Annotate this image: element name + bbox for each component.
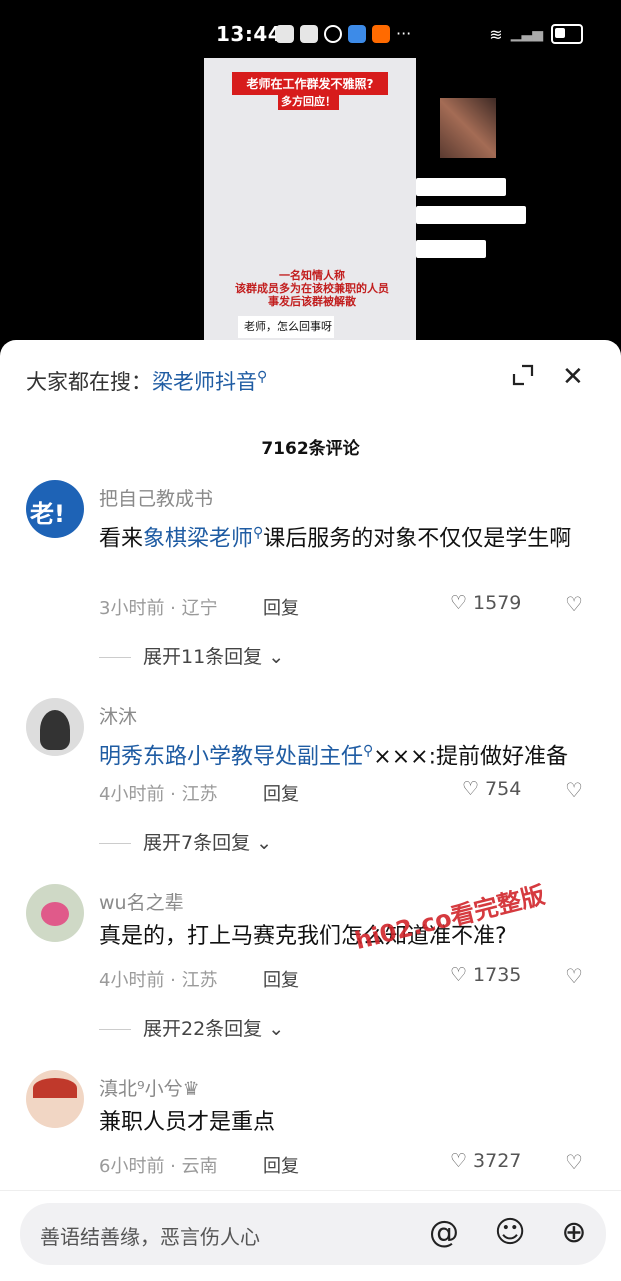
like-button[interactable]: ♡ 1735 [450, 964, 521, 986]
wifi-icon: ≋ [489, 24, 503, 44]
comment-time-location: 4小时前 · 江苏 [99, 784, 218, 805]
comment-text-part: ×××:提前做好准备 [373, 744, 568, 770]
search-icon: ⚲ [253, 525, 264, 541]
expand-replies-button[interactable]: 展开7条回复 ⌄ [99, 828, 272, 855]
heart-icon: ♡ [462, 778, 480, 800]
at-icon[interactable]: @ [424, 1213, 464, 1253]
reply-button[interactable]: 回复 [263, 594, 299, 620]
browser-icon [348, 24, 366, 43]
like-count: 754 [485, 778, 522, 800]
taobao-icon [372, 24, 390, 43]
expand-replies-button[interactable]: 展开22条回复 ⌄ [99, 1014, 284, 1041]
comment-placeholder: 善语结善缘，恶言伤人心 [40, 1225, 260, 1249]
search-suggestion[interactable]: 大家都在搜：梁老师抖音⚲ [26, 366, 267, 396]
dislike-icon[interactable]: ♡ [565, 964, 583, 988]
search-prefix: 大家都在搜： [26, 370, 152, 394]
expand-replies-label: 展开11条回复 [143, 646, 263, 668]
like-button[interactable]: ♡ 1579 [450, 592, 521, 614]
comment-username[interactable]: 把自己教成书 [99, 484, 213, 511]
expand-replies-label: 展开7条回复 [143, 832, 251, 854]
app-icon [276, 24, 294, 43]
like-count: 1735 [473, 964, 522, 986]
avatar[interactable] [26, 884, 84, 942]
like-button[interactable]: ♡ 3727 [450, 1150, 521, 1172]
like-button[interactable]: ♡ 754 [462, 778, 521, 800]
emoji-icon[interactable]: ☺ [490, 1213, 530, 1253]
battery-icon [551, 24, 583, 44]
comment-link[interactable]: 明秀东路小学教导处副主任 [99, 744, 363, 769]
chevron-down-icon: ⌄ [262, 646, 285, 668]
avatar[interactable]: 老! [26, 480, 84, 538]
comment-input-bar: 善语结善缘，恶言伤人心 @ ☺ ⊕ [0, 1190, 621, 1281]
signal-icon: ▁▃▅ [510, 26, 543, 42]
status-time: 13:44 [216, 22, 283, 46]
chat-bubble [416, 240, 486, 258]
comment-link[interactable]: 象棋梁老师 [143, 526, 253, 551]
comment-username[interactable]: 沐沐 [99, 702, 137, 729]
search-icon: ⚲ [257, 369, 268, 385]
avatar[interactable] [26, 698, 84, 756]
expand-replies-button[interactable]: 展开11条回复 ⌄ [99, 642, 284, 669]
comment-time-location: 3小时前 · 辽宁 [99, 598, 218, 619]
plus-icon[interactable]: ⊕ [554, 1213, 594, 1253]
more-notifications: ··· [396, 24, 412, 43]
comment-input[interactable]: 善语结善缘，恶言伤人心 @ ☺ ⊕ [20, 1203, 606, 1265]
chevron-down-icon: ⌄ [250, 832, 273, 854]
reply-button[interactable]: 回复 [263, 966, 299, 992]
chat-bubble [416, 178, 506, 196]
comment-username[interactable]: wu名之辈 [99, 888, 184, 915]
expand-icon[interactable] [512, 364, 534, 386]
comment-time-location: 6小时前 · 云南 [99, 1156, 218, 1177]
chat-question: 老师，怎么回事呀 [238, 316, 334, 338]
notification-icons: ··· [276, 24, 411, 43]
status-bar: 13:44 ··· ≋ ▁▃▅ [0, 0, 621, 58]
heart-icon: ♡ [450, 964, 468, 986]
mosaic-image [440, 98, 496, 158]
heart-icon: ♡ [450, 592, 468, 614]
comment-count: 7162条评论 [261, 439, 360, 459]
divider [99, 657, 131, 658]
reply-button[interactable]: 回复 [263, 1152, 299, 1178]
app-icon [300, 24, 318, 43]
comment-text: 真是的，打上马赛克我们怎么知道准不准? [99, 924, 507, 949]
chevron-down-icon: ⌄ [262, 1018, 285, 1040]
comment-text: 兼职人员才是重点 [99, 1110, 276, 1135]
heart-icon: ♡ [450, 1150, 468, 1172]
dislike-icon[interactable]: ♡ [565, 1150, 583, 1174]
comment-text: 看来象棋梁老师⚲课后服务的对象不仅仅是学生啊 [99, 516, 589, 556]
like-count: 3727 [473, 1150, 522, 1172]
comment-username[interactable]: 滇北⁹小兮♛ [99, 1074, 200, 1101]
hotspot-icon [324, 24, 342, 43]
status-right: ≋ ▁▃▅ [489, 24, 583, 44]
comment-sheet: 大家都在搜：梁老师抖音⚲ ✕ 7162条评论 老! 把自己教成书 看来象棋梁老师… [0, 340, 621, 1280]
video-subtitle: 多方回应！ [278, 92, 339, 110]
comment-text-part: 课后服务的对象不仅仅是学生啊 [263, 526, 572, 552]
reply-button[interactable]: 回复 [263, 780, 299, 806]
comment-text-part: 看来 [99, 526, 144, 552]
dislike-icon[interactable]: ♡ [565, 592, 583, 616]
divider [99, 843, 131, 844]
close-icon[interactable]: ✕ [562, 362, 584, 392]
search-icon: ⚲ [363, 743, 374, 759]
dislike-icon[interactable]: ♡ [565, 778, 583, 802]
expand-replies-label: 展开22条回复 [143, 1018, 263, 1040]
avatar[interactable] [26, 1070, 84, 1128]
chat-bubble [416, 206, 526, 224]
video-preview[interactable]: 老师在工作群发不雅照? 多方回应！ 一名知情人称 该群成员多为在该校兼职的人员 … [0, 58, 621, 348]
video-overlay-text: 一名知情人称 该群成员多为在该校兼职的人员 事发后该群被解散 [235, 269, 389, 308]
divider [99, 1029, 131, 1030]
comment-time-location: 4小时前 · 江苏 [99, 970, 218, 991]
search-keyword[interactable]: 梁老师抖音 [152, 370, 257, 394]
like-count: 1579 [473, 592, 522, 614]
comment-text: 明秀东路小学教导处副主任⚲×××:提前做好准备 [99, 734, 609, 774]
